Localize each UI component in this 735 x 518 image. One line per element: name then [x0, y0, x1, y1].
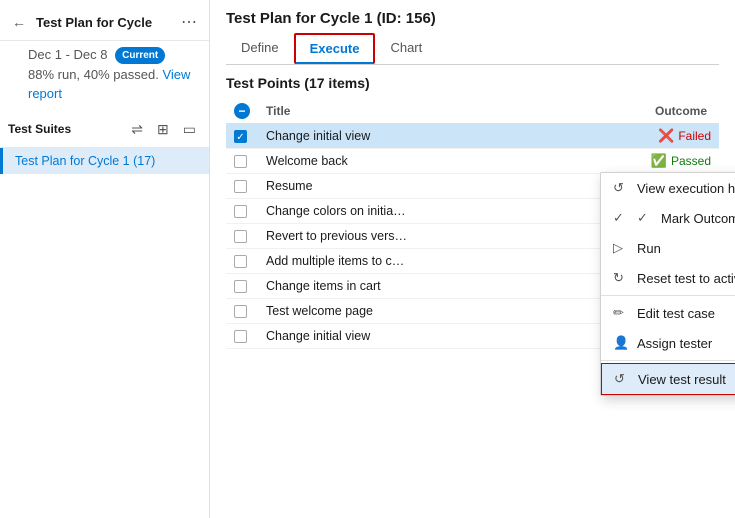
tab-execute[interactable]: Execute	[294, 33, 376, 64]
suite-hierarchy-icon[interactable]: ⇌	[126, 118, 148, 141]
tabs: Define Execute Chart	[226, 33, 719, 65]
test-suites-bar: Test Suites ⇌ ⊞ ▭	[0, 112, 209, 148]
table-header-row: − Title Outcome	[226, 99, 719, 124]
row-checkbox-cell	[226, 324, 258, 349]
select-all-checkbox[interactable]: −	[234, 103, 250, 119]
row-title: Test welcome page	[258, 299, 542, 324]
row-title: Welcome back	[258, 149, 542, 174]
row-checkbox[interactable]: ✓	[234, 130, 247, 143]
row-title: Resume	[258, 174, 542, 199]
col-outcome-header: Outcome	[542, 99, 719, 124]
ctx-item-view-execution-history[interactable]: ↺ View execution history	[601, 173, 735, 203]
result-icon: ↺	[614, 371, 630, 387]
row-checkbox[interactable]	[234, 180, 247, 193]
context-menu: ↺View execution history✓✓Mark Outcome›▷R…	[600, 172, 735, 396]
row-title: Change initial view	[258, 324, 542, 349]
sidebar: ← Test Plan for Cycle ⋯ Dec 1 - Dec 8 Cu…	[0, 0, 210, 518]
row-checkbox[interactable]	[234, 255, 247, 268]
section-title: Test Points (17 items)	[226, 75, 719, 91]
row-checkbox[interactable]	[234, 280, 247, 293]
outcome-badge-failed: ❌ Failed	[658, 128, 711, 144]
sidebar-dates: Dec 1 - Dec 8 Current	[28, 45, 199, 65]
row-title: Change items in cart	[258, 274, 542, 299]
ctx-item-run[interactable]: ▷Run›	[601, 233, 735, 263]
row-checkbox[interactable]	[234, 155, 247, 168]
row-checkbox-cell	[226, 224, 258, 249]
row-title: Change initial view	[258, 124, 542, 149]
row-checkbox-cell	[226, 299, 258, 324]
row-checkbox-cell	[226, 174, 258, 199]
ctx-separator	[601, 360, 735, 361]
suite-item[interactable]: Test Plan for Cycle 1 (17)	[0, 148, 209, 174]
ctx-item-label: Mark Outcome	[661, 211, 735, 226]
ctx-item-label: Assign tester	[637, 336, 735, 351]
row-checkbox-cell	[226, 149, 258, 174]
back-button[interactable]: ←	[8, 12, 30, 32]
sidebar-more-button[interactable]: ⋯	[177, 10, 201, 34]
ctx-item-edit-test-case[interactable]: ✏ Edit test case	[601, 298, 735, 328]
col-title-header: Title	[258, 99, 542, 124]
row-checkbox[interactable]	[234, 305, 247, 318]
row-title: Change colors on initia…	[258, 199, 542, 224]
row-checkbox-cell	[226, 274, 258, 299]
current-badge: Current	[115, 47, 165, 64]
ctx-item-label: Run	[637, 241, 735, 256]
table-row[interactable]: Welcome back ✅ Passed	[226, 149, 719, 174]
sidebar-header: ← Test Plan for Cycle ⋯	[0, 0, 209, 41]
col-checkbox: −	[226, 99, 258, 124]
main-header: Test Plan for Cycle 1 (ID: 156) Define E…	[210, 0, 735, 65]
ctx-checkmark: ✓	[637, 210, 653, 226]
row-outcome: ❌ Failed	[542, 124, 719, 149]
page-title: Test Plan for Cycle 1 (ID: 156)	[226, 10, 719, 27]
reset-icon: ↻	[613, 270, 629, 286]
row-checkbox-cell: ✓	[226, 124, 258, 149]
test-suites-label: Test Suites	[8, 122, 122, 136]
edit-icon: ✏	[613, 305, 629, 321]
row-checkbox-cell	[226, 249, 258, 274]
suite-add-icon[interactable]: ⊞	[152, 118, 174, 141]
ctx-item-label: View test result	[638, 372, 735, 387]
ctx-item-mark-outcome[interactable]: ✓✓Mark Outcome›	[601, 203, 735, 233]
check-icon: ✓	[613, 210, 629, 226]
row-title: Add multiple items to c…	[258, 249, 542, 274]
main-panel: Test Plan for Cycle 1 (ID: 156) Define E…	[210, 0, 735, 518]
row-checkbox[interactable]	[234, 205, 247, 218]
row-outcome: ✅ Passed	[542, 149, 719, 174]
ctx-separator	[601, 295, 735, 296]
row-title: Revert to previous vers…	[258, 224, 542, 249]
row-checkbox-cell	[226, 199, 258, 224]
ctx-item-label: Reset test to active	[637, 271, 735, 286]
outcome-badge-passed: ✅ Passed	[651, 153, 711, 169]
ctx-item-reset-test-to-active[interactable]: ↻ Reset test to active	[601, 263, 735, 293]
tab-define[interactable]: Define	[226, 33, 294, 64]
run-icon: ▷	[613, 240, 629, 256]
assign-icon: 👤	[613, 335, 629, 351]
suite-collapse-icon[interactable]: ▭	[178, 118, 201, 141]
row-checkbox[interactable]	[234, 330, 247, 343]
table-row[interactable]: ✓ Change initial view ❌ Failed	[226, 124, 719, 149]
sidebar-stats: 88% run, 40% passed. View report	[28, 65, 199, 104]
row-checkbox[interactable]	[234, 230, 247, 243]
tab-chart[interactable]: Chart	[375, 33, 437, 64]
ctx-item-assign-tester[interactable]: 👤Assign tester›	[601, 328, 735, 358]
sidebar-title: Test Plan for Cycle	[36, 15, 171, 30]
history-icon: ↺	[613, 180, 629, 196]
ctx-item-label: View execution history	[637, 181, 735, 196]
ctx-item-view-test-result[interactable]: ↺ View test result	[601, 363, 735, 395]
sidebar-meta: Dec 1 - Dec 8 Current 88% run, 40% passe…	[0, 41, 209, 112]
ctx-item-label: Edit test case	[637, 306, 735, 321]
